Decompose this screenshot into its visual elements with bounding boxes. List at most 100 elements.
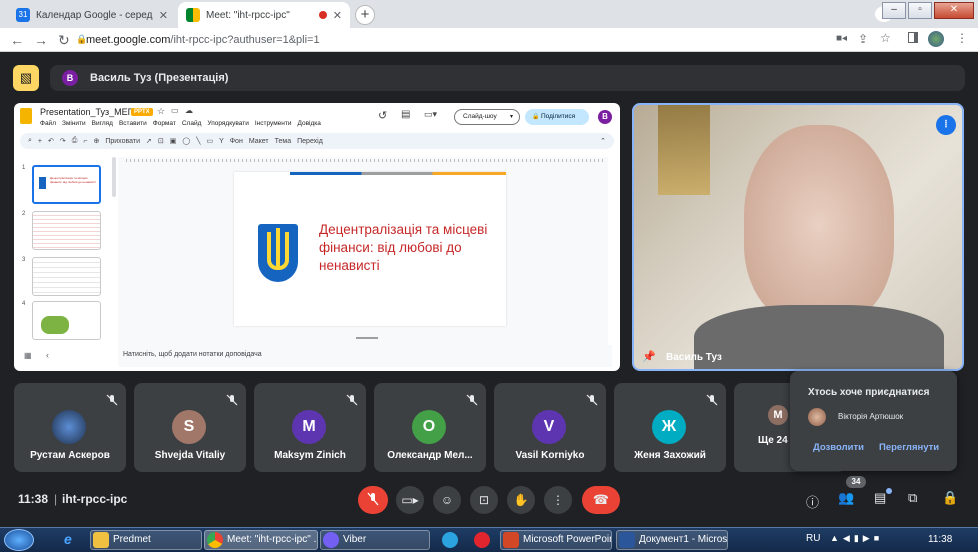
menu-format[interactable]: Формат (153, 120, 176, 127)
add-icon[interactable]: + (38, 138, 42, 145)
search-icon[interactable]: ⌕ (28, 137, 32, 145)
speaker-notes[interactable]: Натисніть, щоб додати нотатки доповідача (118, 345, 612, 367)
collapse-filmstrip-icon[interactable]: ‹ (46, 350, 49, 360)
doc-title[interactable]: Presentation_Туз_МЕГУ (40, 107, 138, 117)
slide-thumbnail[interactable] (32, 211, 101, 250)
layout-button[interactable]: Макет (249, 138, 269, 145)
star-icon[interactable]: ☆ (157, 106, 165, 117)
move-folder-icon[interactable]: ▭ (171, 106, 179, 115)
system-clock[interactable]: 11:38 (928, 534, 952, 545)
taskbar-item-powerpoint[interactable]: Microsoft PowerPoin... (500, 530, 612, 550)
meet-present-icon[interactable]: ▭▾ (424, 109, 437, 120)
language-indicator[interactable]: RU (806, 533, 820, 544)
reload-icon[interactable]: ↻ (58, 32, 70, 49)
slideshow-button[interactable]: Слайд-шоу ▾ (454, 109, 520, 125)
select-icon[interactable]: ➚ (146, 137, 152, 145)
menu-edit[interactable]: Змінити (62, 120, 86, 127)
comments-icon[interactable]: ▤ (401, 109, 410, 120)
participant-tile[interactable]: V Vasil Korniyko (494, 383, 606, 472)
participant-tile[interactable]: Ж Женя Захожий (614, 383, 726, 472)
zoom-icon[interactable]: ⊕ (93, 137, 99, 145)
view-button[interactable]: Переглянути (879, 442, 939, 453)
minimize-button[interactable]: – (882, 2, 906, 19)
reactions-button[interactable]: ☺ (433, 486, 461, 514)
shape-icon[interactable]: ◯ (182, 137, 190, 145)
menu-help[interactable]: Довідка (297, 120, 320, 127)
redo-icon[interactable]: ↷ (60, 137, 66, 145)
raise-hand-button[interactable]: ✋ (507, 486, 535, 514)
slide-thumbnail[interactable] (32, 257, 101, 296)
taskbar-item-meet[interactable]: Meet: "iht-rpcc-ipc" ... (204, 530, 318, 550)
back-icon[interactable]: ← (10, 32, 24, 48)
start-button[interactable] (4, 529, 34, 551)
more-options-button[interactable]: ⋮ (544, 486, 572, 514)
taskbar-item-predmet[interactable]: Predmet (90, 530, 202, 550)
bookmark-star-icon[interactable]: ☆ (880, 31, 891, 45)
image-icon[interactable]: ▣ (170, 137, 177, 145)
share-page-icon[interactable]: ⇪ (858, 32, 868, 46)
pin-icon[interactable]: 📌 (642, 350, 656, 363)
forward-icon[interactable]: → (34, 32, 48, 48)
current-slide[interactable]: Децентралізація та місцеві фінанси: від … (234, 172, 506, 326)
print-icon[interactable]: ⎙ (72, 137, 78, 145)
leave-call-button[interactable]: ☎ (582, 486, 620, 514)
grid-view-icon[interactable]: ▦ (24, 351, 32, 360)
new-tab-button[interactable]: + (355, 5, 375, 25)
transition-button[interactable]: Перехід (297, 138, 323, 145)
url-field[interactable]: meet.google.com/iht-rpcc-ipc?authuser=1&… (86, 34, 320, 46)
tab-meet[interactable]: Meet: "iht-rpcc-ipc" ✕ (178, 2, 350, 28)
tray-icons[interactable]: ▲◀▮▶■ (830, 533, 883, 544)
participant-tile[interactable]: Рустам Аскеров (14, 383, 126, 472)
present-button[interactable]: ⊡ (470, 486, 498, 514)
taskbar-item-viber[interactable]: Viber (320, 530, 430, 550)
taskbar-item-word[interactable]: Документ1 - Micros... (616, 530, 728, 550)
notes-resize-handle[interactable] (356, 337, 378, 339)
undo-icon[interactable]: ↶ (48, 137, 54, 145)
menu-arrange[interactable]: Упорядкувати (207, 120, 248, 127)
textbox-icon[interactable]: ⊡ (158, 137, 164, 145)
menu-slide[interactable]: Слайд (182, 120, 202, 127)
side-panel-icon[interactable] (908, 32, 918, 43)
host-controls-icon[interactable]: 🔒 (942, 490, 958, 506)
collapse-toolbar-icon[interactable]: ⌃ (600, 137, 606, 145)
scrollbar[interactable] (112, 157, 116, 197)
share-button[interactable]: 🔒 Поділитися (525, 109, 589, 125)
menu-file[interactable]: Файл (40, 120, 56, 127)
mic-toggle-button[interactable] (358, 486, 388, 514)
chevron-down-icon[interactable]: ▾ (510, 110, 513, 124)
participant-tile[interactable]: S Shvejda Vitaliy (134, 383, 246, 472)
activities-icon[interactable]: ⧉ (908, 490, 917, 506)
comment-icon[interactable]: ▭ (206, 137, 213, 145)
participant-tile[interactable]: M Maksym Zinich (254, 383, 366, 472)
camera-in-use-icon[interactable]: ■◂ (836, 33, 847, 44)
slide-thumbnail[interactable] (32, 301, 101, 340)
maximize-button[interactable]: ▫ (908, 2, 932, 19)
opera-icon[interactable] (474, 532, 490, 548)
history-icon[interactable]: ↺ (378, 109, 387, 122)
paint-format-icon[interactable]: ⌐ (83, 138, 87, 145)
slide-thumbnail[interactable]: Децентралізація та місцеві фінанси: від … (32, 165, 101, 204)
menu-tools[interactable]: Інструменти (255, 120, 292, 127)
chat-icon[interactable]: ▤ (874, 490, 886, 506)
participant-tile[interactable]: О Олександр Мел... (374, 383, 486, 472)
presentation-stop-icon[interactable]: ▧ (13, 65, 39, 91)
close-tab-icon[interactable]: ✕ (333, 9, 342, 22)
line-icon[interactable]: ╲ (196, 137, 200, 145)
input-tools-icon[interactable]: Y (219, 138, 224, 145)
profile-avatar[interactable] (928, 31, 944, 47)
menu-insert[interactable]: Вставити (119, 120, 147, 127)
menu-view[interactable]: Вигляд (92, 120, 113, 127)
close-window-button[interactable]: ✕ (934, 2, 974, 19)
background-button[interactable]: Фон (230, 138, 243, 145)
telegram-icon[interactable] (442, 532, 458, 548)
meeting-info-icon[interactable]: ⓘ (806, 492, 819, 511)
camera-toggle-button[interactable]: ▭▸ (396, 486, 424, 514)
theme-button[interactable]: Тема (275, 138, 291, 145)
ie-icon[interactable]: e (64, 531, 72, 547)
close-tab-icon[interactable]: ✕ (159, 9, 168, 22)
hide-button[interactable]: Приховати (105, 138, 140, 145)
people-icon[interactable]: 👥 (838, 490, 854, 506)
allow-button[interactable]: Дозволити (813, 442, 864, 453)
more-menu-icon[interactable]: ⋮ (956, 31, 968, 45)
tab-google-calendar[interactable]: 31 Календар Google - середа, 18 ж ✕ (8, 2, 176, 28)
